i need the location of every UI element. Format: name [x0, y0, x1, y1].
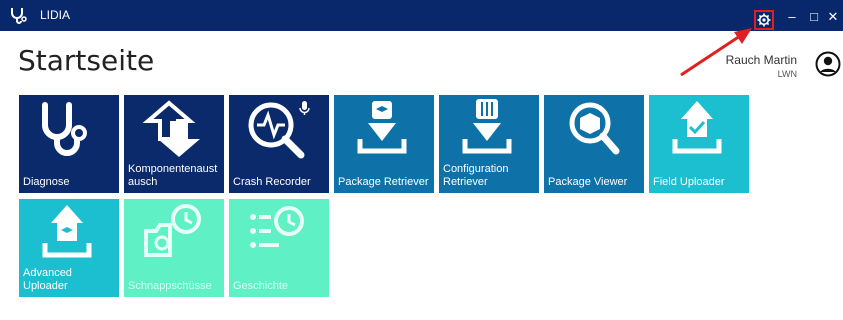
tile-configuration-retriever[interactable]: Configuration Retriever: [439, 95, 539, 193]
tile-label: Komponentenaustausch: [128, 163, 218, 188]
annotation-arrow-icon: [680, 28, 752, 77]
tile-field-uploader[interactable]: Field Uploader: [649, 95, 749, 193]
field-upload-icon: [672, 101, 722, 154]
package-search-icon: [569, 102, 620, 155]
tile-label: Diagnose: [23, 176, 70, 188]
minimize-button[interactable]: –: [785, 9, 799, 24]
maximize-button[interactable]: □: [807, 9, 821, 24]
tile-label: Package Retriever: [338, 176, 429, 188]
tile-schnappschuesse[interactable]: Schnappschüsse: [124, 199, 224, 297]
tile-komponentenaustausch[interactable]: Komponentenaustausch: [124, 95, 224, 193]
package-download-icon: [357, 101, 407, 154]
tile-label: Configuration Retriever: [443, 163, 509, 188]
crash-recorder-icon: [248, 101, 310, 159]
avatar-icon[interactable]: [815, 51, 841, 77]
advanced-upload-icon: [42, 205, 92, 258]
tile-package-viewer[interactable]: Package Viewer: [544, 95, 644, 193]
page-title: Startseite: [18, 44, 155, 77]
lidia-logo-icon: [11, 8, 27, 24]
component-swap-icon: [142, 100, 200, 157]
tile-label: Crash Recorder: [233, 176, 311, 188]
app-title: LIDIA: [40, 8, 71, 22]
tile-label: Advanced Uploader: [23, 267, 72, 292]
tile-geschichte[interactable]: Geschichte: [229, 199, 329, 297]
user-org: LWN: [777, 69, 797, 79]
tile-label: Schnappschüsse: [128, 280, 212, 292]
stethoscope-icon: [42, 102, 87, 156]
user-name: Rauch Martin: [725, 53, 797, 67]
gear-icon: [757, 13, 771, 27]
tile-package-retriever[interactable]: Package Retriever: [334, 95, 434, 193]
tile-label: Field Uploader: [653, 176, 725, 188]
tile-diagnose[interactable]: Diagnose: [19, 95, 119, 193]
snapshot-camera-icon: [144, 204, 201, 257]
close-button[interactable]: ✕: [826, 9, 840, 25]
tile-crash-recorder[interactable]: Crash Recorder: [229, 95, 329, 193]
tile-advanced-uploader[interactable]: Advanced Uploader: [19, 199, 119, 297]
history-icon: [250, 206, 304, 248]
tile-label: Geschichte: [233, 280, 289, 292]
config-download-icon: [462, 99, 512, 154]
tile-label: Package Viewer: [548, 176, 628, 188]
